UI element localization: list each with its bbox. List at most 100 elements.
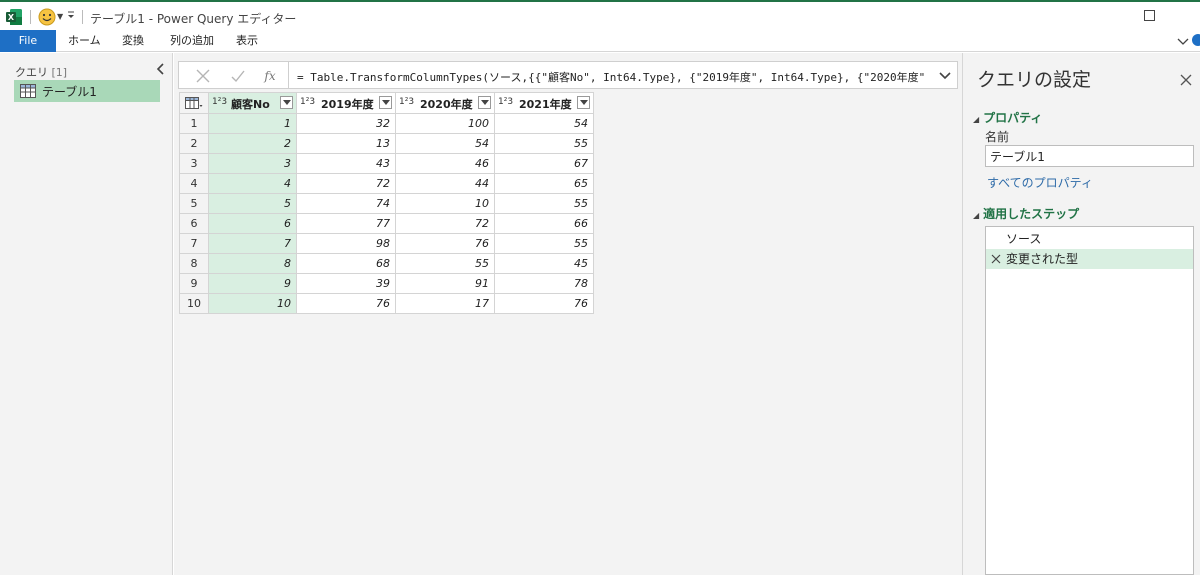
cell[interactable]: 67 <box>494 153 594 174</box>
cell[interactable]: 54 <box>395 133 495 154</box>
customize-toolbar-icon[interactable] <box>66 9 76 21</box>
cell[interactable]: 76 <box>296 293 396 314</box>
row-number[interactable]: 8 <box>179 253 209 274</box>
column-header-customer-no[interactable]: 1²3 顧客No <box>208 92 297 114</box>
cell[interactable]: 91 <box>395 273 495 294</box>
query-item-table1[interactable]: テーブル1 <box>14 80 160 102</box>
column-filter-button[interactable] <box>577 96 590 109</box>
formula-text[interactable]: = Table.TransformColumnTypes(ソース,{{"顧客No… <box>297 69 927 85</box>
smiley-icon[interactable] <box>38 8 56 26</box>
row-number[interactable]: 3 <box>179 153 209 174</box>
cell[interactable]: 43 <box>296 153 396 174</box>
tab-view[interactable]: 表示 <box>236 30 258 52</box>
queries-title-label: クエリ <box>15 66 48 79</box>
cell[interactable]: 6 <box>208 213 297 234</box>
cell[interactable]: 32 <box>296 113 396 134</box>
cell[interactable]: 98 <box>296 233 396 254</box>
row-number[interactable]: 5 <box>179 193 209 214</box>
maximize-icon[interactable] <box>1144 10 1155 21</box>
cell[interactable]: 66 <box>494 213 594 234</box>
cell[interactable]: 76 <box>395 233 495 254</box>
cell[interactable]: 44 <box>395 173 495 194</box>
cell[interactable]: 2 <box>208 133 297 154</box>
row-number[interactable]: 2 <box>179 133 209 154</box>
cell[interactable]: 5 <box>208 193 297 214</box>
row-number[interactable]: 6 <box>179 213 209 234</box>
cell[interactable]: 4 <box>208 173 297 194</box>
cell[interactable]: 65 <box>494 173 594 194</box>
row-number[interactable]: 10 <box>179 293 209 314</box>
collapse-chevron-icon[interactable] <box>156 63 166 75</box>
cell[interactable]: 3 <box>208 153 297 174</box>
cell[interactable]: 39 <box>296 273 396 294</box>
cell[interactable]: 100 <box>395 113 495 134</box>
cell[interactable]: 68 <box>296 253 396 274</box>
cell[interactable]: 13 <box>296 133 396 154</box>
tab-transform[interactable]: 変換 <box>122 30 144 52</box>
cell[interactable]: 55 <box>494 133 594 154</box>
cell[interactable]: 10 <box>395 193 495 214</box>
help-icon[interactable] <box>1190 32 1200 48</box>
check-icon[interactable] <box>229 67 247 85</box>
dropdown-icon[interactable]: ▼ <box>57 12 63 21</box>
cell[interactable]: 54 <box>494 113 594 134</box>
cell[interactable]: 46 <box>395 153 495 174</box>
cell[interactable]: 78 <box>494 273 594 294</box>
fx-icon[interactable]: fx <box>261 67 279 85</box>
column-header-2020[interactable]: 1²3 2020年度 <box>395 92 495 114</box>
column-header-2019[interactable]: 1²3 2019年度 <box>296 92 396 114</box>
row-number[interactable]: 9 <box>179 273 209 294</box>
integer-type-icon[interactable]: 1²3 <box>212 97 227 107</box>
cell[interactable]: 72 <box>395 213 495 234</box>
cell[interactable]: 76 <box>494 293 594 314</box>
cell[interactable]: 10 <box>208 293 297 314</box>
integer-type-icon[interactable]: 1²3 <box>300 97 315 107</box>
cell[interactable]: 9 <box>208 273 297 294</box>
cell[interactable]: 45 <box>494 253 594 274</box>
cell[interactable]: 77 <box>296 213 396 234</box>
query-name-input[interactable] <box>985 145 1194 167</box>
applied-steps-heading[interactable]: ◢ 適用したステップ <box>973 205 1079 222</box>
all-properties-link[interactable]: すべてのプロパティ <box>987 174 1093 191</box>
row-number[interactable]: 4 <box>179 173 209 194</box>
table-menu-button[interactable] <box>179 92 209 114</box>
column-filter-button[interactable] <box>280 96 293 109</box>
expand-chevron-icon[interactable] <box>939 70 951 80</box>
ribbon-tabs: File ホーム 変換 列の追加 表示 <box>0 30 1200 52</box>
cell[interactable]: 72 <box>296 173 396 194</box>
tab-file[interactable]: File <box>0 30 56 52</box>
cell[interactable]: 74 <box>296 193 396 214</box>
cell[interactable]: 55 <box>395 253 495 274</box>
name-label: 名前 <box>985 130 1010 144</box>
cell[interactable]: 17 <box>395 293 495 314</box>
column-filter-button[interactable] <box>478 96 491 109</box>
close-icon[interactable] <box>1179 73 1193 87</box>
column-filter-button[interactable] <box>379 96 392 109</box>
cell[interactable]: 55 <box>494 193 594 214</box>
row-number[interactable]: 7 <box>179 233 209 254</box>
table-icon <box>185 97 203 109</box>
cancel-icon[interactable] <box>194 67 212 85</box>
tab-home[interactable]: ホーム <box>68 30 101 52</box>
cell[interactable]: 7 <box>208 233 297 254</box>
formula-bar[interactable]: = Table.TransformColumnTypes(ソース,{{"顧客No… <box>288 61 958 89</box>
title-separator <box>82 10 83 24</box>
integer-type-icon[interactable]: 1²3 <box>399 97 414 107</box>
integer-type-icon[interactable]: 1²3 <box>498 97 513 107</box>
table-row: 9 9 39 91 78 <box>179 273 594 294</box>
cell[interactable]: 8 <box>208 253 297 274</box>
cell[interactable]: 1 <box>208 113 297 134</box>
row-number[interactable]: 1 <box>179 113 209 134</box>
column-header-label: 顧客No <box>231 98 270 111</box>
table-row: 1 1 32 100 54 <box>179 113 594 134</box>
excel-icon[interactable]: X <box>5 8 23 26</box>
step-source[interactable]: ソース <box>986 229 1193 249</box>
cell[interactable]: 55 <box>494 233 594 254</box>
delete-step-icon[interactable] <box>991 254 1001 264</box>
tab-add-column[interactable]: 列の追加 <box>170 30 214 52</box>
query-settings-title: クエリの設定 <box>977 69 1092 91</box>
properties-heading[interactable]: ◢ プロパティ <box>973 109 1042 126</box>
chevron-down-icon[interactable] <box>1176 34 1190 48</box>
step-changed-type[interactable]: 変更された型 <box>986 249 1193 269</box>
column-header-2021[interactable]: 1²3 2021年度 <box>494 92 594 114</box>
